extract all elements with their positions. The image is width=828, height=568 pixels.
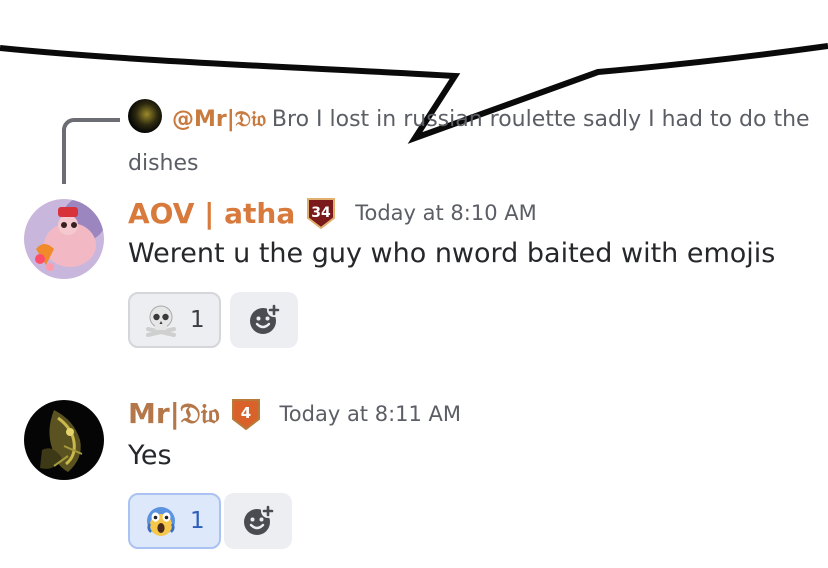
message-header: AOV | atha 34 Today at 8:10 AM bbox=[128, 196, 537, 230]
add-reaction-icon bbox=[244, 504, 275, 535]
username[interactable]: AOV | atha bbox=[128, 197, 295, 230]
reply-avatar[interactable] bbox=[128, 99, 162, 133]
reaction-screaming-face[interactable]: 1 bbox=[128, 493, 221, 549]
badge-level-number: 34 bbox=[311, 205, 331, 221]
add-reaction-button[interactable] bbox=[224, 493, 292, 549]
avatar-mr-dio[interactable] bbox=[24, 400, 104, 480]
screaming-face-icon bbox=[144, 504, 178, 538]
message-text: Yes bbox=[128, 440, 172, 471]
avatar-aov-atha[interactable] bbox=[24, 199, 104, 279]
skull-and-crossbones-icon bbox=[144, 303, 178, 337]
level-badge[interactable]: 4 bbox=[230, 397, 262, 431]
reply-connector bbox=[62, 118, 120, 184]
timestamp[interactable]: Today at 8:11 AM bbox=[280, 402, 462, 426]
add-reaction-button[interactable] bbox=[230, 292, 298, 348]
username[interactable]: Mr|𝔇𝔦𝔬 bbox=[128, 397, 220, 431]
message-header: Mr|𝔇𝔦𝔬 4 Today at 8:11 AM bbox=[128, 397, 461, 431]
level-badge[interactable]: 34 bbox=[305, 196, 337, 230]
reply-mention[interactable]: @Mr|𝔇𝔦𝔬 bbox=[172, 107, 266, 132]
badge-level-number: 4 bbox=[240, 404, 250, 422]
message-text: Werent u the guy who nword baited with e… bbox=[128, 238, 776, 269]
reaction-count: 1 bbox=[190, 508, 205, 534]
reaction-count: 1 bbox=[190, 307, 205, 333]
reaction-skull[interactable]: 1 bbox=[128, 292, 221, 348]
timestamp[interactable]: Today at 8:10 AM bbox=[355, 201, 537, 225]
add-reaction-icon bbox=[250, 303, 281, 334]
reply-reference[interactable]: @Mr|𝔇𝔦𝔬 Bro I lost in russian roulette sa… bbox=[128, 98, 818, 186]
